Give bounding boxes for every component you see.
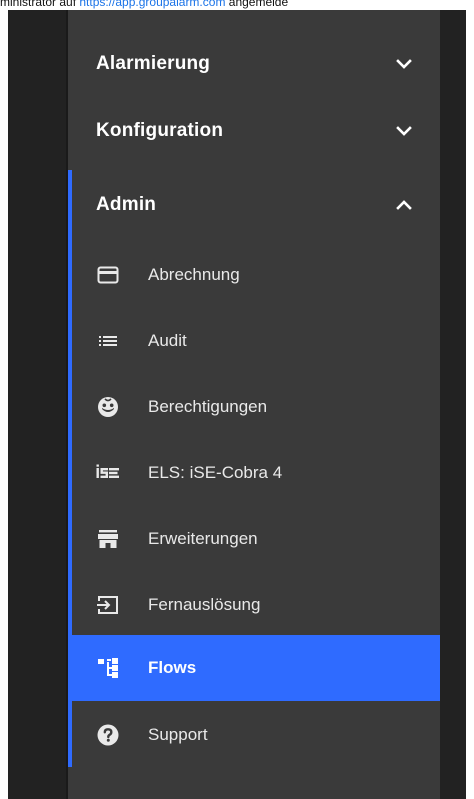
chevron-down-icon <box>396 56 412 72</box>
top-url-line: ministrator auf https://app.groupalarm.c… <box>0 0 474 10</box>
section-konfiguration[interactable]: Konfiguration <box>68 98 440 164</box>
section-label: Konfiguration <box>96 120 224 141</box>
app-url-link[interactable]: https://app.groupalarm.com <box>79 0 225 9</box>
sidebar-item-fernausloesung[interactable]: Fernauslösung <box>72 572 440 638</box>
section-admin[interactable]: Admin <box>68 172 440 238</box>
sidebar-item-label: Audit <box>148 331 187 350</box>
section-label: Admin <box>96 194 157 215</box>
list-icon <box>96 329 120 353</box>
sidebar-item-label: Berechtigungen <box>148 397 268 416</box>
right-frame-panel <box>440 10 466 799</box>
sidebar-item-audit[interactable]: Audit <box>72 308 440 374</box>
signed-in-suffix: angemelde <box>225 0 289 9</box>
signed-in-prefix: ministrator auf <box>0 0 80 9</box>
sidebar-item-label: ELS: iSE-Cobra 4 <box>148 463 283 482</box>
sidebar-item-els-ise-cobra-4[interactable]: ELS: iSE-Cobra 4 <box>72 440 440 506</box>
section-alarmierung[interactable]: Alarmierung <box>68 31 440 97</box>
credit-card-icon <box>96 263 120 287</box>
sidebar-item-label: Erweiterungen <box>148 529 258 548</box>
chevron-up-icon <box>396 197 412 213</box>
sidebar-item-abrechnung[interactable]: Abrechnung <box>72 242 440 308</box>
sidebar-item-label: Abrechnung <box>148 265 240 284</box>
sidebar-menu: Alarmierung Konfiguration Admin Abrechnu… <box>68 10 440 799</box>
storefront-icon <box>96 527 120 551</box>
sidebar-item-label: Support <box>148 725 208 744</box>
sidebar-item-erweiterungen[interactable]: Erweiterungen <box>72 506 440 572</box>
help-circle-icon <box>96 723 120 747</box>
sidebar-item-label: Fernauslösung <box>148 595 261 614</box>
sidebar-item-label: Flows <box>148 658 197 677</box>
sidebar-item-support[interactable]: Support <box>72 702 440 768</box>
ise-logo-icon <box>96 461 120 485</box>
chevron-down-icon <box>396 123 412 139</box>
sidebar-item-flows[interactable]: Flows <box>72 635 440 701</box>
section-label: Alarmierung <box>96 53 211 74</box>
flow-tree-icon <box>96 656 120 680</box>
emoji-face-icon <box>96 395 120 419</box>
signed-in-text: ministrator auf https://app.groupalarm.c… <box>0 0 288 8</box>
sidebar-item-berechtigungen[interactable]: Berechtigungen <box>72 374 440 440</box>
admin-section-accent-bar <box>68 170 72 767</box>
input-arrow-icon <box>96 593 120 617</box>
left-frame-panel <box>8 10 68 799</box>
